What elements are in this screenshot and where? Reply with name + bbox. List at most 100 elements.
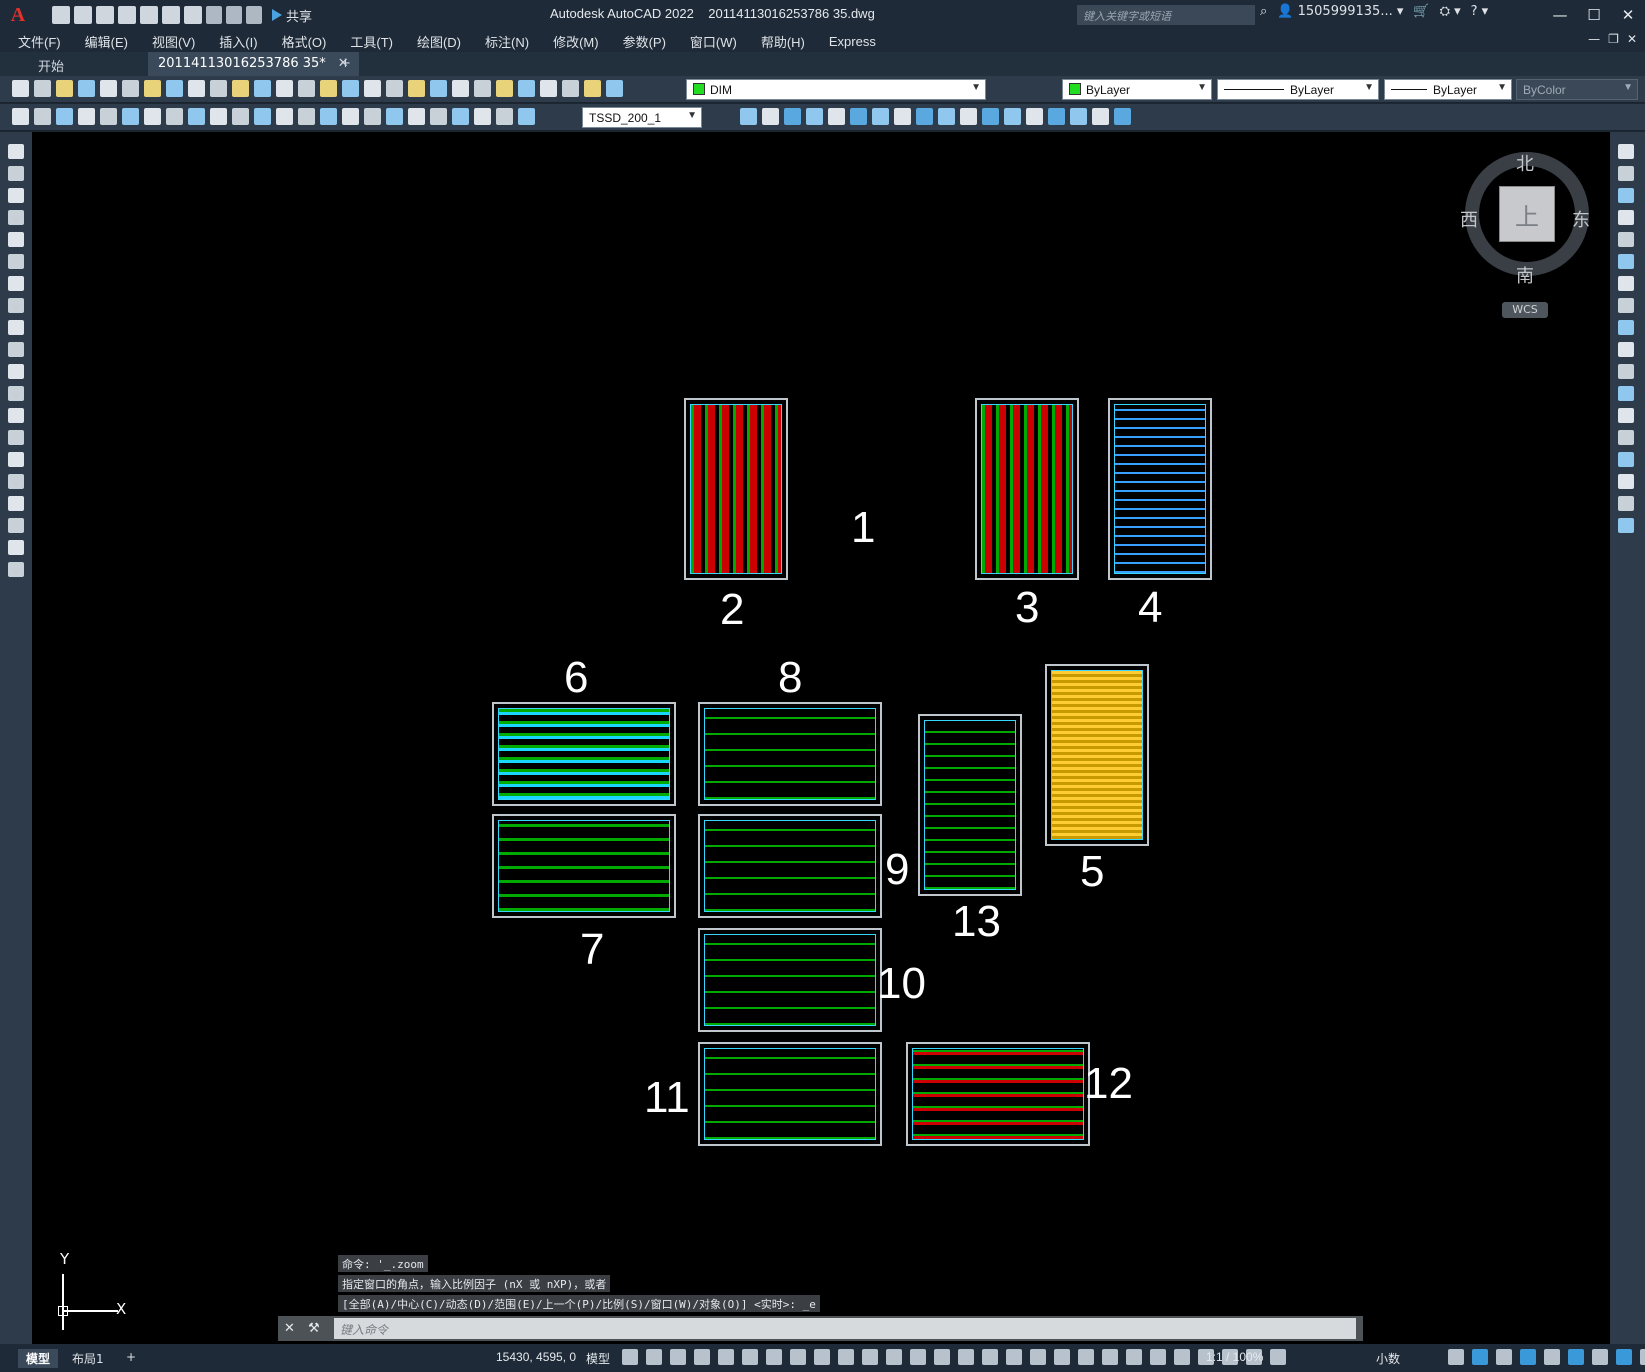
modify-tool-icon[interactable] bbox=[1618, 188, 1634, 203]
draw-tool-icon[interactable] bbox=[8, 342, 24, 357]
maximize-icon[interactable]: ☐ bbox=[1577, 0, 1611, 30]
compass-east[interactable]: 东 bbox=[1572, 206, 1590, 232]
status-toggle-icon[interactable] bbox=[1006, 1349, 1022, 1365]
modify-tool-icon[interactable] bbox=[1618, 364, 1634, 379]
command-customize-icon[interactable]: ⚒ bbox=[308, 1321, 320, 1336]
tool-icon[interactable] bbox=[518, 80, 535, 97]
status-toggle-icon[interactable] bbox=[934, 1349, 950, 1365]
layer-dropdown[interactable]: DIM ▼ bbox=[686, 79, 986, 100]
draw-tool-icon[interactable] bbox=[8, 188, 24, 203]
lineweight-dropdown[interactable]: ByLayer ▼ bbox=[1384, 79, 1512, 100]
dimension-tool-icon[interactable] bbox=[166, 108, 183, 125]
tool-icon[interactable] bbox=[34, 80, 51, 97]
tool-icon[interactable] bbox=[254, 80, 271, 97]
tool-icon[interactable] bbox=[122, 80, 139, 97]
dimension-tool-icon[interactable] bbox=[144, 108, 161, 125]
tab-start[interactable]: 开始 bbox=[28, 52, 74, 76]
draw-tool-icon[interactable] bbox=[8, 232, 24, 247]
dimension-tool-icon[interactable] bbox=[276, 108, 293, 125]
draw-tool-icon[interactable] bbox=[8, 474, 24, 489]
cart-icon[interactable]: 🛒 bbox=[1413, 4, 1429, 19]
status-toggle-icon[interactable] bbox=[718, 1349, 734, 1365]
modify-tool-icon[interactable] bbox=[1618, 518, 1634, 533]
share-button[interactable]: 共享 bbox=[272, 6, 312, 25]
status-toggle-icon[interactable] bbox=[1102, 1349, 1118, 1365]
status-toggle-icon[interactable] bbox=[646, 1349, 662, 1365]
draw-tool-icon[interactable] bbox=[8, 540, 24, 555]
modify-tool-icon[interactable] bbox=[938, 108, 955, 125]
draw-tool-icon[interactable] bbox=[8, 320, 24, 335]
redo-icon[interactable] bbox=[226, 6, 242, 24]
tool-icon[interactable] bbox=[342, 80, 359, 97]
dimension-tool-icon[interactable] bbox=[496, 108, 513, 125]
modify-tool-icon[interactable] bbox=[1618, 342, 1634, 357]
status-toggle-icon[interactable] bbox=[886, 1349, 902, 1365]
status-toggle-icon[interactable] bbox=[838, 1349, 854, 1365]
status-toggle-icon[interactable] bbox=[910, 1349, 926, 1365]
status-tool-icon[interactable] bbox=[1520, 1349, 1536, 1365]
modify-tool-icon[interactable] bbox=[1618, 276, 1634, 291]
modify-tool-icon[interactable] bbox=[982, 108, 999, 125]
drawing-sheet[interactable] bbox=[698, 928, 882, 1032]
command-input[interactable]: 键入命令 bbox=[334, 1318, 1356, 1339]
draw-tool-icon[interactable] bbox=[8, 496, 24, 511]
drawing-sheet[interactable] bbox=[975, 398, 1079, 580]
menu-item[interactable]: 标注(N) bbox=[485, 32, 529, 51]
dimension-tool-icon[interactable] bbox=[34, 108, 51, 125]
modify-tool-icon[interactable] bbox=[1618, 210, 1634, 225]
modify-tool-icon[interactable] bbox=[1026, 108, 1043, 125]
viewcube-top-face[interactable]: 上 bbox=[1499, 186, 1555, 242]
customize-icon[interactable] bbox=[246, 6, 262, 24]
tool-icon[interactable] bbox=[12, 80, 29, 97]
tab-model[interactable]: 模型 bbox=[18, 1349, 59, 1368]
status-toggle-icon[interactable] bbox=[766, 1349, 782, 1365]
status-toggle-icon[interactable] bbox=[742, 1349, 758, 1365]
wcs-menu[interactable]: WCS bbox=[1502, 302, 1548, 318]
add-layout-button[interactable]: + bbox=[118, 1349, 144, 1365]
modify-tool-icon[interactable] bbox=[1114, 108, 1131, 125]
tool-icon[interactable] bbox=[144, 80, 161, 97]
drawing-sheet[interactable] bbox=[906, 1042, 1090, 1146]
drawing-sheet[interactable] bbox=[698, 1042, 882, 1146]
draw-tool-icon[interactable] bbox=[8, 518, 24, 533]
draw-tool-icon[interactable] bbox=[8, 276, 24, 291]
modify-tool-icon[interactable] bbox=[1618, 452, 1634, 467]
linetype-dropdown[interactable]: ByLayer ▼ bbox=[1217, 79, 1379, 100]
dimension-tool-icon[interactable] bbox=[188, 108, 205, 125]
new-tab-button[interactable]: + bbox=[330, 52, 361, 76]
undo-icon[interactable] bbox=[206, 6, 222, 24]
dimension-tool-icon[interactable] bbox=[122, 108, 139, 125]
dimension-tool-icon[interactable] bbox=[56, 108, 73, 125]
close-icon[interactable]: ✕ bbox=[1611, 0, 1645, 30]
tool-icon[interactable] bbox=[540, 80, 557, 97]
drawing-sheet[interactable] bbox=[1045, 664, 1149, 846]
modify-tool-icon[interactable] bbox=[850, 108, 867, 125]
status-toggle-icon[interactable] bbox=[1150, 1349, 1166, 1365]
dimension-tool-icon[interactable] bbox=[386, 108, 403, 125]
status-tool-icon[interactable] bbox=[1496, 1349, 1512, 1365]
tool-icon[interactable] bbox=[386, 80, 403, 97]
model-space-toggle[interactable]: 模型 bbox=[586, 1350, 610, 1367]
search-icon[interactable]: ⌕ bbox=[1260, 4, 1267, 19]
menu-item[interactable]: 窗口(W) bbox=[690, 32, 737, 51]
dimension-tool-icon[interactable] bbox=[12, 108, 29, 125]
modify-tool-icon[interactable] bbox=[1618, 430, 1634, 445]
dimension-tool-icon[interactable] bbox=[254, 108, 271, 125]
tool-icon[interactable] bbox=[56, 80, 73, 97]
drawing-sheet[interactable] bbox=[698, 702, 882, 806]
draw-tool-icon[interactable] bbox=[8, 386, 24, 401]
draw-tool-icon[interactable] bbox=[8, 430, 24, 445]
modify-tool-icon[interactable] bbox=[1618, 386, 1634, 401]
status-toggle-icon[interactable] bbox=[958, 1349, 974, 1365]
doc-close-icon[interactable]: ✕ bbox=[1627, 32, 1637, 46]
menu-item[interactable]: 工具(T) bbox=[350, 32, 393, 51]
tool-icon[interactable] bbox=[452, 80, 469, 97]
status-tool-icon[interactable] bbox=[1592, 1349, 1608, 1365]
menu-item[interactable]: 帮助(H) bbox=[761, 32, 805, 51]
new-icon[interactable] bbox=[52, 6, 70, 24]
status-toggle-icon[interactable] bbox=[694, 1349, 710, 1365]
tool-icon[interactable] bbox=[408, 80, 425, 97]
modify-tool-icon[interactable] bbox=[916, 108, 933, 125]
modify-tool-icon[interactable] bbox=[1618, 166, 1634, 181]
annotation-scale[interactable]: 1:1 / 100% bbox=[1206, 1350, 1263, 1364]
